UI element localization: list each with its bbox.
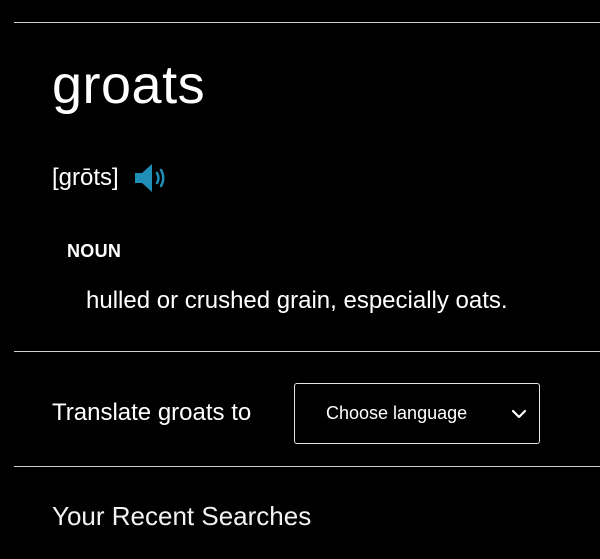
part-of-speech: NOUN (67, 241, 122, 261)
recent-searches-heading: Your Recent Searches (52, 501, 312, 531)
choose-language-value: Choose language (326, 403, 468, 423)
choose-language-select[interactable]: Choose language (294, 383, 540, 444)
speaker-volume-icon[interactable] (133, 161, 171, 195)
pronunciation-text: [grōts] (52, 164, 119, 191)
translate-label: Translate groats to (52, 399, 252, 426)
pronunciation-row: [grōts] (52, 161, 171, 195)
chevron-down-icon (511, 408, 527, 420)
definition-text: hulled or crushed grain, especially oats… (86, 287, 508, 314)
bottom-divider (14, 466, 600, 467)
headword: groats (52, 55, 206, 115)
speaker-volume-icon-graphic (134, 164, 165, 192)
middle-divider (14, 351, 600, 352)
top-divider (14, 22, 600, 23)
